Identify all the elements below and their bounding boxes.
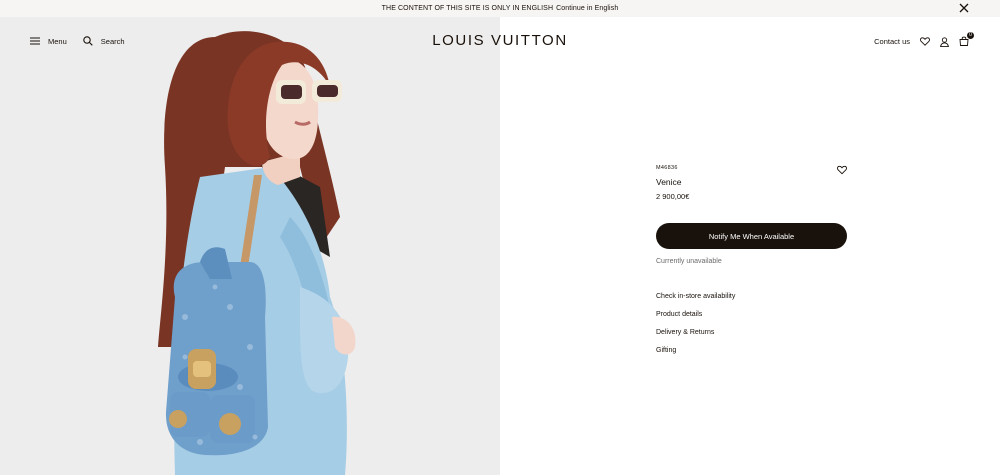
contact-us-link[interactable]: Contact us [874,37,910,46]
product-links: Check in-store availability Product deta… [656,293,847,354]
site-header: Menu Search LOUIS VUITTON Contact us 0 [0,17,1000,65]
product-hero-image [0,17,500,475]
banner-text: THE CONTENT OF THIS SITE IS ONLY IN ENGL… [381,5,554,12]
check-in-store-link[interactable]: Check in-store availability [656,293,847,300]
add-to-wishlist-heart-icon[interactable] [837,165,847,175]
delivery-returns-link[interactable]: Delivery & Returns [656,329,847,336]
gifting-link[interactable]: Gifting [656,347,847,354]
shopping-bag-button[interactable]: 0 [959,32,974,47]
account-icon[interactable] [940,36,949,47]
header-right: Contact us 0 [864,32,974,47]
language-banner: THE CONTENT OF THIS SITE IS ONLY IN ENGL… [0,0,1000,17]
product-panel: M46836 Venice 2 900,00€ Notify Me When A… [656,165,847,365]
continue-english-link[interactable]: Continue in English [556,5,618,12]
wishlist-heart-icon[interactable] [920,37,930,46]
product-sku: M46836 [656,165,678,171]
notify-me-button[interactable]: Notify Me When Available [656,223,847,249]
model-illustration [0,17,500,475]
availability-status: Currently unavailable [656,258,722,265]
product-details-link[interactable]: Product details [656,311,847,318]
product-price: 2 900,00€ [656,192,690,201]
bag-count-badge: 0 [967,32,974,39]
brand-logo[interactable]: LOUIS VUITTON [0,32,1000,49]
product-name: Venice [656,177,682,187]
close-icon[interactable] [958,2,970,14]
